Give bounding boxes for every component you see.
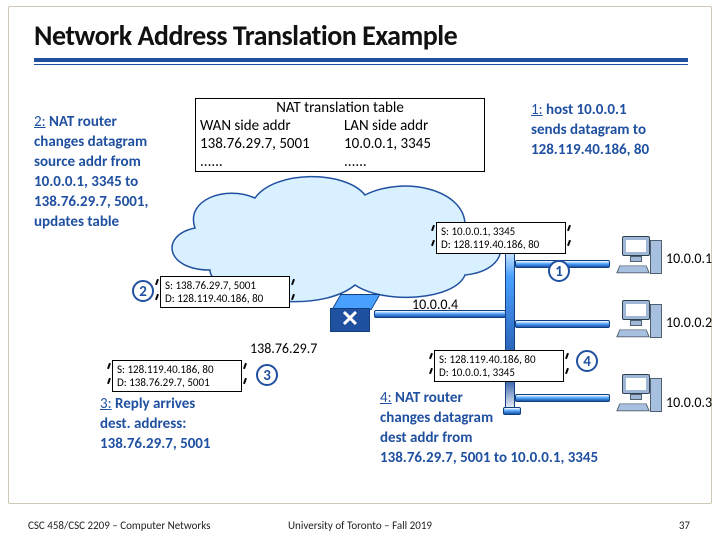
- step4-line3: dest addr from: [380, 429, 472, 447]
- packet2-src: S: 138.76.29.7, 5001: [165, 279, 285, 292]
- nat-header-wan: WAN side addr: [196, 117, 340, 135]
- packet4-dst: D: 10.0.0.1, 3345: [439, 366, 559, 379]
- nat-table-title: NAT translation table: [196, 99, 484, 117]
- packet1-tick-left: [428, 222, 438, 252]
- callout-step-3: 3: Reply arrives dest. address: 138.76.2…: [100, 394, 280, 454]
- router-lan-ip: 10.0.0.4: [412, 296, 458, 313]
- nat-translation-table: NAT translation table WAN side addr LAN …: [195, 98, 485, 172]
- host-2-icon: [614, 300, 664, 344]
- step2-line4: 10.0.0.1, 3345 to: [34, 173, 138, 191]
- lan-stub-2: [515, 320, 610, 328]
- packet3-tick-left: [104, 360, 114, 390]
- nat-row-lan-ellipsis: ......: [340, 153, 484, 171]
- packet3-dst: D: 138.76.29.7, 5001: [117, 376, 237, 389]
- step2-line3: source addr from: [34, 153, 141, 171]
- packet-box-3: S: 128.119.40.186, 80 D: 138.76.29.7, 50…: [112, 360, 242, 392]
- step2-lead: 2:: [34, 113, 46, 131]
- packet1-dst: D: 128.119.40.186, 80: [441, 238, 561, 251]
- step-number-2: 2: [132, 280, 154, 302]
- nat-row-lan: 10.0.0.1, 3345: [340, 135, 484, 153]
- step2-line1: NAT router: [46, 113, 117, 131]
- step2-line2: changes datagram: [34, 133, 147, 151]
- packet2-tick-right: [288, 276, 298, 306]
- nat-router-icon: ✕: [330, 294, 376, 334]
- host3-ip: 10.0.0.3: [666, 394, 712, 411]
- footer-university: University of Toronto – Fall 2019: [0, 519, 720, 532]
- packet4-src: S: 128.119.40.186, 80: [439, 353, 559, 366]
- step-number-3: 3: [256, 364, 278, 386]
- title-rule-1: [34, 58, 688, 62]
- packet4-tick-right: [562, 350, 572, 380]
- step1-line3: 128.119.40.186, 80: [531, 141, 649, 159]
- step1-line1: host 10.0.0.1: [543, 101, 627, 119]
- footer-page-number: 37: [679, 519, 690, 532]
- packet3-tick-right: [240, 360, 250, 390]
- step4-line2: changes datagram: [380, 409, 493, 427]
- nat-table-row: ...... ......: [196, 153, 484, 171]
- lan-stub-3: [515, 394, 610, 402]
- host1-ip: 10.0.0.1: [666, 250, 712, 267]
- host2-ip: 10.0.0.2: [666, 314, 712, 331]
- packet4-tick-left: [426, 350, 436, 380]
- step3-lead: 3:: [100, 395, 112, 413]
- packet-box-2: S: 138.76.29.7, 5001 D: 128.119.40.186, …: [160, 276, 290, 308]
- packet3-src: S: 128.119.40.186, 80: [117, 363, 237, 376]
- step4-lead: 4:: [380, 389, 392, 407]
- lan-backbone-icon: [505, 242, 515, 412]
- step-number-4: 4: [576, 350, 598, 372]
- step4-line1: NAT router: [392, 389, 463, 407]
- packet-box-4: S: 128.119.40.186, 80 D: 10.0.0.1, 3345: [434, 350, 564, 382]
- packet2-dst: D: 128.119.40.186, 80: [165, 292, 285, 305]
- step1-line2: sends datagram to: [531, 121, 646, 139]
- nat-table-row: 138.76.29.7, 5001 10.0.0.1, 3345: [196, 135, 484, 153]
- nat-row-wan: 138.76.29.7, 5001: [196, 135, 340, 153]
- step2-line5: 138.76.29.7, 5001,: [34, 193, 148, 211]
- callout-step-1: 1: host 10.0.0.1 sends datagram to 128.1…: [531, 100, 706, 160]
- slide-title: Network Address Translation Example: [34, 18, 457, 53]
- step2-line6: updates table: [34, 213, 119, 231]
- packet1-tick-right: [564, 222, 574, 252]
- step-number-1: 1: [548, 260, 570, 282]
- nat-row-wan-ellipsis: ......: [196, 153, 340, 171]
- step1-lead: 1:: [531, 101, 543, 119]
- nat-header-lan: LAN side addr: [340, 117, 484, 135]
- title-rule-2: [34, 64, 688, 65]
- step4-line4: 138.76.29.7, 5001 to 10.0.0.1, 3345: [380, 449, 598, 467]
- packet1-src: S: 10.0.0.1, 3345: [441, 225, 561, 238]
- step3-line1: Reply arrives: [112, 395, 196, 413]
- nat-table-headers: WAN side addr LAN side addr: [196, 117, 484, 135]
- host-3-icon: [614, 374, 664, 418]
- router-public-ip: 138.76.29.7: [250, 340, 317, 357]
- step3-line3: 138.76.29.7, 5001: [100, 435, 211, 453]
- step3-line2: dest. address:: [100, 415, 186, 433]
- host-1-icon: [614, 236, 664, 280]
- packet-box-1: S: 10.0.0.1, 3345 D: 128.119.40.186, 80: [436, 222, 566, 254]
